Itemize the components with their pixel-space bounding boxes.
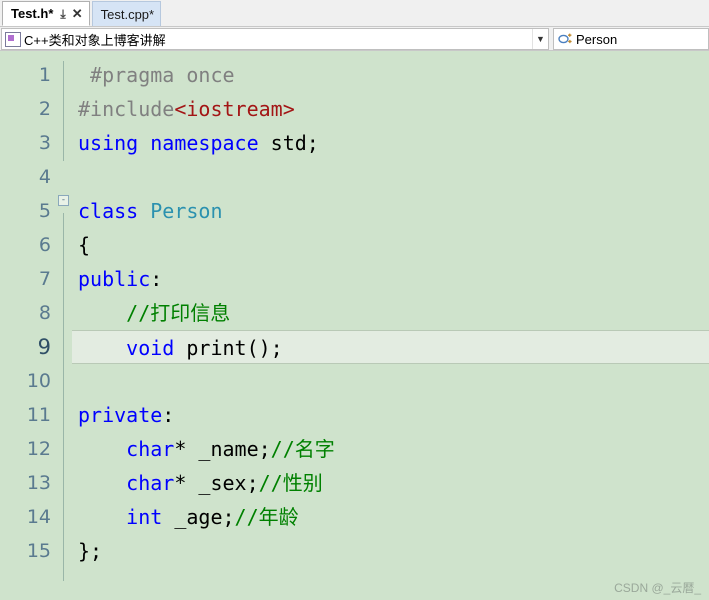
line-number: 5 (38, 200, 51, 222)
code-line-11: private: (78, 403, 175, 427)
line-number: 1 (38, 64, 51, 86)
class-icon (557, 32, 573, 47)
code-token: using (78, 131, 139, 155)
line-number: 13 (26, 472, 51, 494)
code-line-8: //打印信息 (72, 296, 709, 330)
code-line-6: { (78, 233, 91, 257)
code-editor-surface[interactable]: 1 2 3 4 5 6 7 8 9 10 11 12 13 14 15 - #p… (0, 51, 709, 600)
watermark-text: CSDN @_云暦_ (614, 581, 701, 595)
code-line-3: using namespace std; (72, 126, 709, 160)
class-scope-dropdown[interactable]: Person (553, 28, 709, 50)
tab-test-h-label: Test.h* (11, 6, 54, 21)
code-token: std; (258, 131, 319, 155)
line-number: 14 (26, 506, 51, 528)
code-token: #include (78, 97, 175, 121)
code-token: int (126, 505, 163, 529)
code-token: //年龄 (234, 505, 299, 529)
line-number: 4 (38, 166, 51, 188)
code-line-14: int _age;//年龄 (72, 500, 709, 534)
line-number: 6 (38, 234, 51, 256)
code-token: private (78, 403, 163, 427)
visual-studio-editor-window: Test.h* ⤓ ✕ Test.cpp* C++类和对象上博客讲解 ▼ Per… (0, 0, 709, 600)
line-number: 7 (38, 268, 51, 290)
code-line-7: public: (78, 267, 163, 291)
line-number-gutter: 1 2 3 4 5 6 7 8 9 10 11 12 13 14 15 (0, 51, 58, 600)
code-token: * _name; (174, 437, 271, 461)
code-token: print(); (174, 336, 283, 360)
line-number-current: 9 (37, 335, 51, 359)
project-scope-label: C++类和对象上博客讲解 (24, 32, 166, 48)
line-number: 10 (26, 370, 51, 392)
project-scope-dropdown[interactable]: C++类和对象上博客讲解 ▼ (1, 28, 549, 50)
line-number: 2 (38, 98, 51, 120)
editor-tab-strip: Test.h* ⤓ ✕ Test.cpp* (0, 0, 709, 27)
code-token: char (126, 437, 175, 461)
code-line-1: #pragma once (72, 58, 709, 92)
class-scope-label: Person (576, 31, 618, 47)
code-token: //打印信息 (126, 301, 231, 325)
fold-range-line-top (63, 61, 64, 161)
code-token: <iostream> (174, 97, 295, 121)
code-token: Person (150, 199, 223, 223)
line-number: 11 (26, 404, 51, 426)
chevron-down-icon[interactable]: ▼ (532, 29, 548, 49)
pin-icon[interactable]: ⤓ (60, 8, 65, 20)
code-token: * _sex; (174, 471, 259, 495)
line-number: 8 (38, 302, 51, 324)
line-number: 15 (26, 540, 51, 562)
code-token: //性别 (258, 471, 323, 495)
code-line-2: #include<iostream> (72, 92, 709, 126)
code-token: _age; (162, 505, 235, 529)
code-token: #pragma once (90, 63, 235, 87)
code-token: //名字 (270, 437, 335, 461)
code-token: namespace (150, 131, 259, 155)
code-line-9-current: void print(); (72, 330, 709, 364)
tab-test-h[interactable]: Test.h* ⤓ ✕ (2, 1, 90, 26)
close-icon[interactable]: ✕ (72, 7, 83, 20)
code-line-12: char* _name;//名字 (72, 432, 709, 466)
fold-range-line (63, 213, 64, 581)
tab-test-cpp[interactable]: Test.cpp* (91, 1, 162, 26)
code-line-5: class Person (72, 194, 709, 228)
project-icon (5, 31, 21, 47)
line-number: 12 (26, 438, 51, 460)
code-folding-column[interactable]: - (58, 51, 72, 600)
code-text-area[interactable]: #pragma once #include<iostream> using na… (72, 51, 709, 600)
code-token: char (126, 471, 175, 495)
line-number: 3 (38, 132, 51, 154)
code-token: class (78, 199, 139, 223)
code-token: void (126, 336, 175, 360)
code-line-15: }; (78, 539, 103, 563)
fold-toggle-class[interactable]: - (58, 195, 69, 206)
tab-test-cpp-label: Test.cpp* (100, 6, 155, 22)
code-token: public (78, 267, 151, 291)
editor-navigation-bar: C++类和对象上博客讲解 ▼ Person (0, 27, 709, 51)
code-line-13: char* _sex;//性别 (72, 466, 709, 500)
